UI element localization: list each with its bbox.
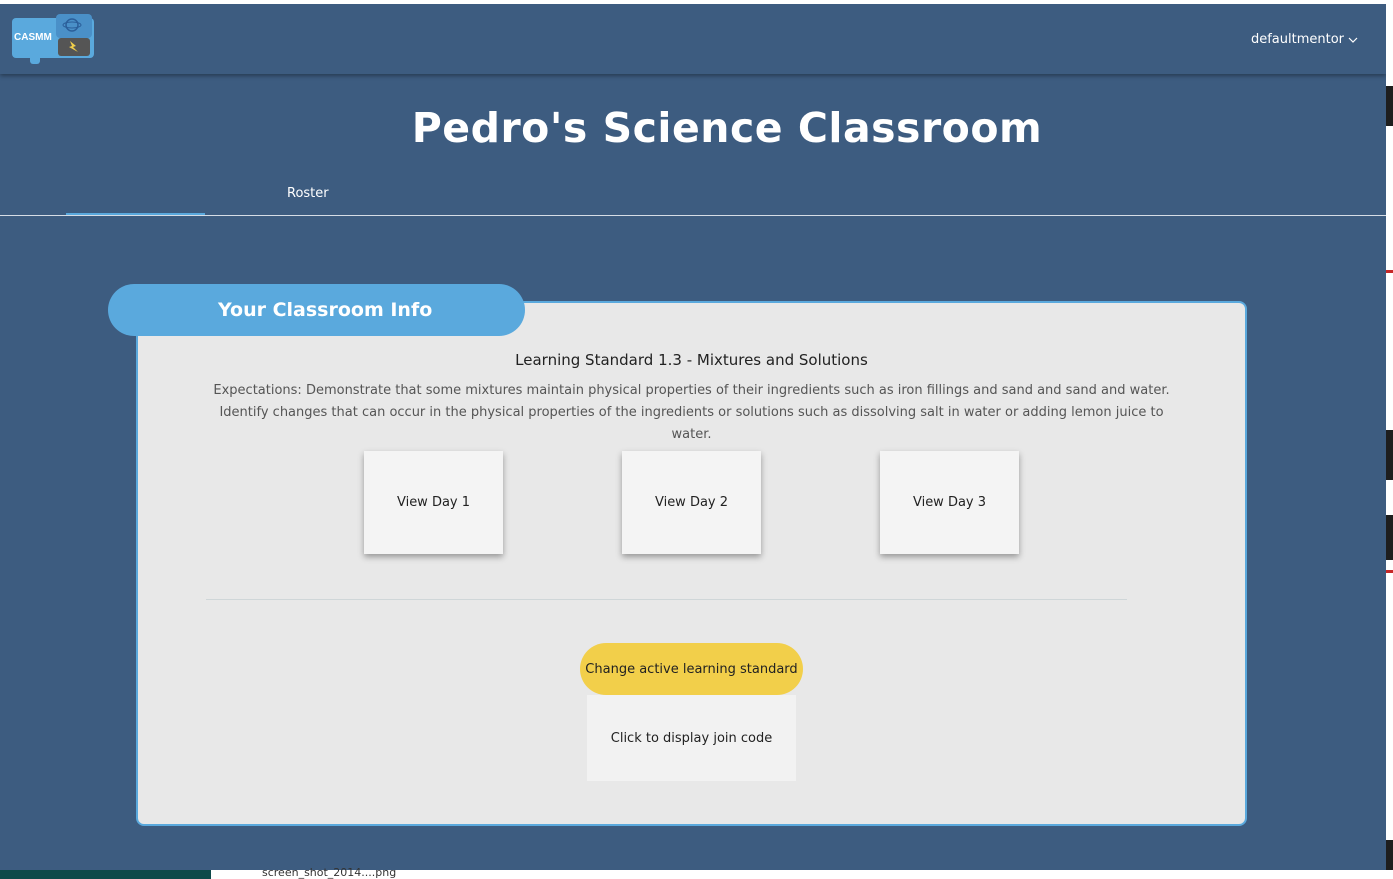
view-day-3-button[interactable]: View Day 3 [880,451,1019,554]
page-title: Pedro's Science Classroom [411,104,1043,152]
casmm-logo[interactable]: CASMM [12,14,94,66]
background-window-fragment [1386,270,1393,273]
background-window-fragment [1386,430,1393,480]
background-window-fragment [1386,86,1393,126]
learning-standard-expectations: Expectations: Demonstrate that some mixt… [213,383,1170,442]
top-navbar: CASMM defaultmentor [0,4,1386,74]
view-day-2-button[interactable]: View Day 2 [622,451,761,554]
view-day-1-button[interactable]: View Day 1 [364,451,503,554]
change-learning-standard-button[interactable]: Change active learning standard [580,643,803,695]
user-name: defaultmentor [1250,32,1344,47]
display-join-code-button[interactable]: Click to display join code [587,695,796,781]
logo-text: CASMM [14,32,52,43]
taskbar-segment [0,870,211,879]
classroom-info-heading: Your Classroom Info [108,284,525,336]
tab-roster[interactable]: Roster [287,186,329,201]
chevron-down-icon [1348,37,1358,43]
background-window-fragment [1386,570,1393,573]
learning-standard-title: Learning Standard 1.3 - Mixtures and Sol… [515,351,868,369]
section-divider [206,599,1127,600]
background-window-fragment [1386,840,1393,870]
user-menu[interactable]: defaultmentor [1251,32,1358,47]
tab-divider [0,215,1386,216]
background-window-fragment [1386,515,1393,560]
app-window: CASMM defaultmentor Pedro's Science Clas… [0,4,1386,870]
download-item[interactable]: screen_shot_2014....png [262,866,396,879]
